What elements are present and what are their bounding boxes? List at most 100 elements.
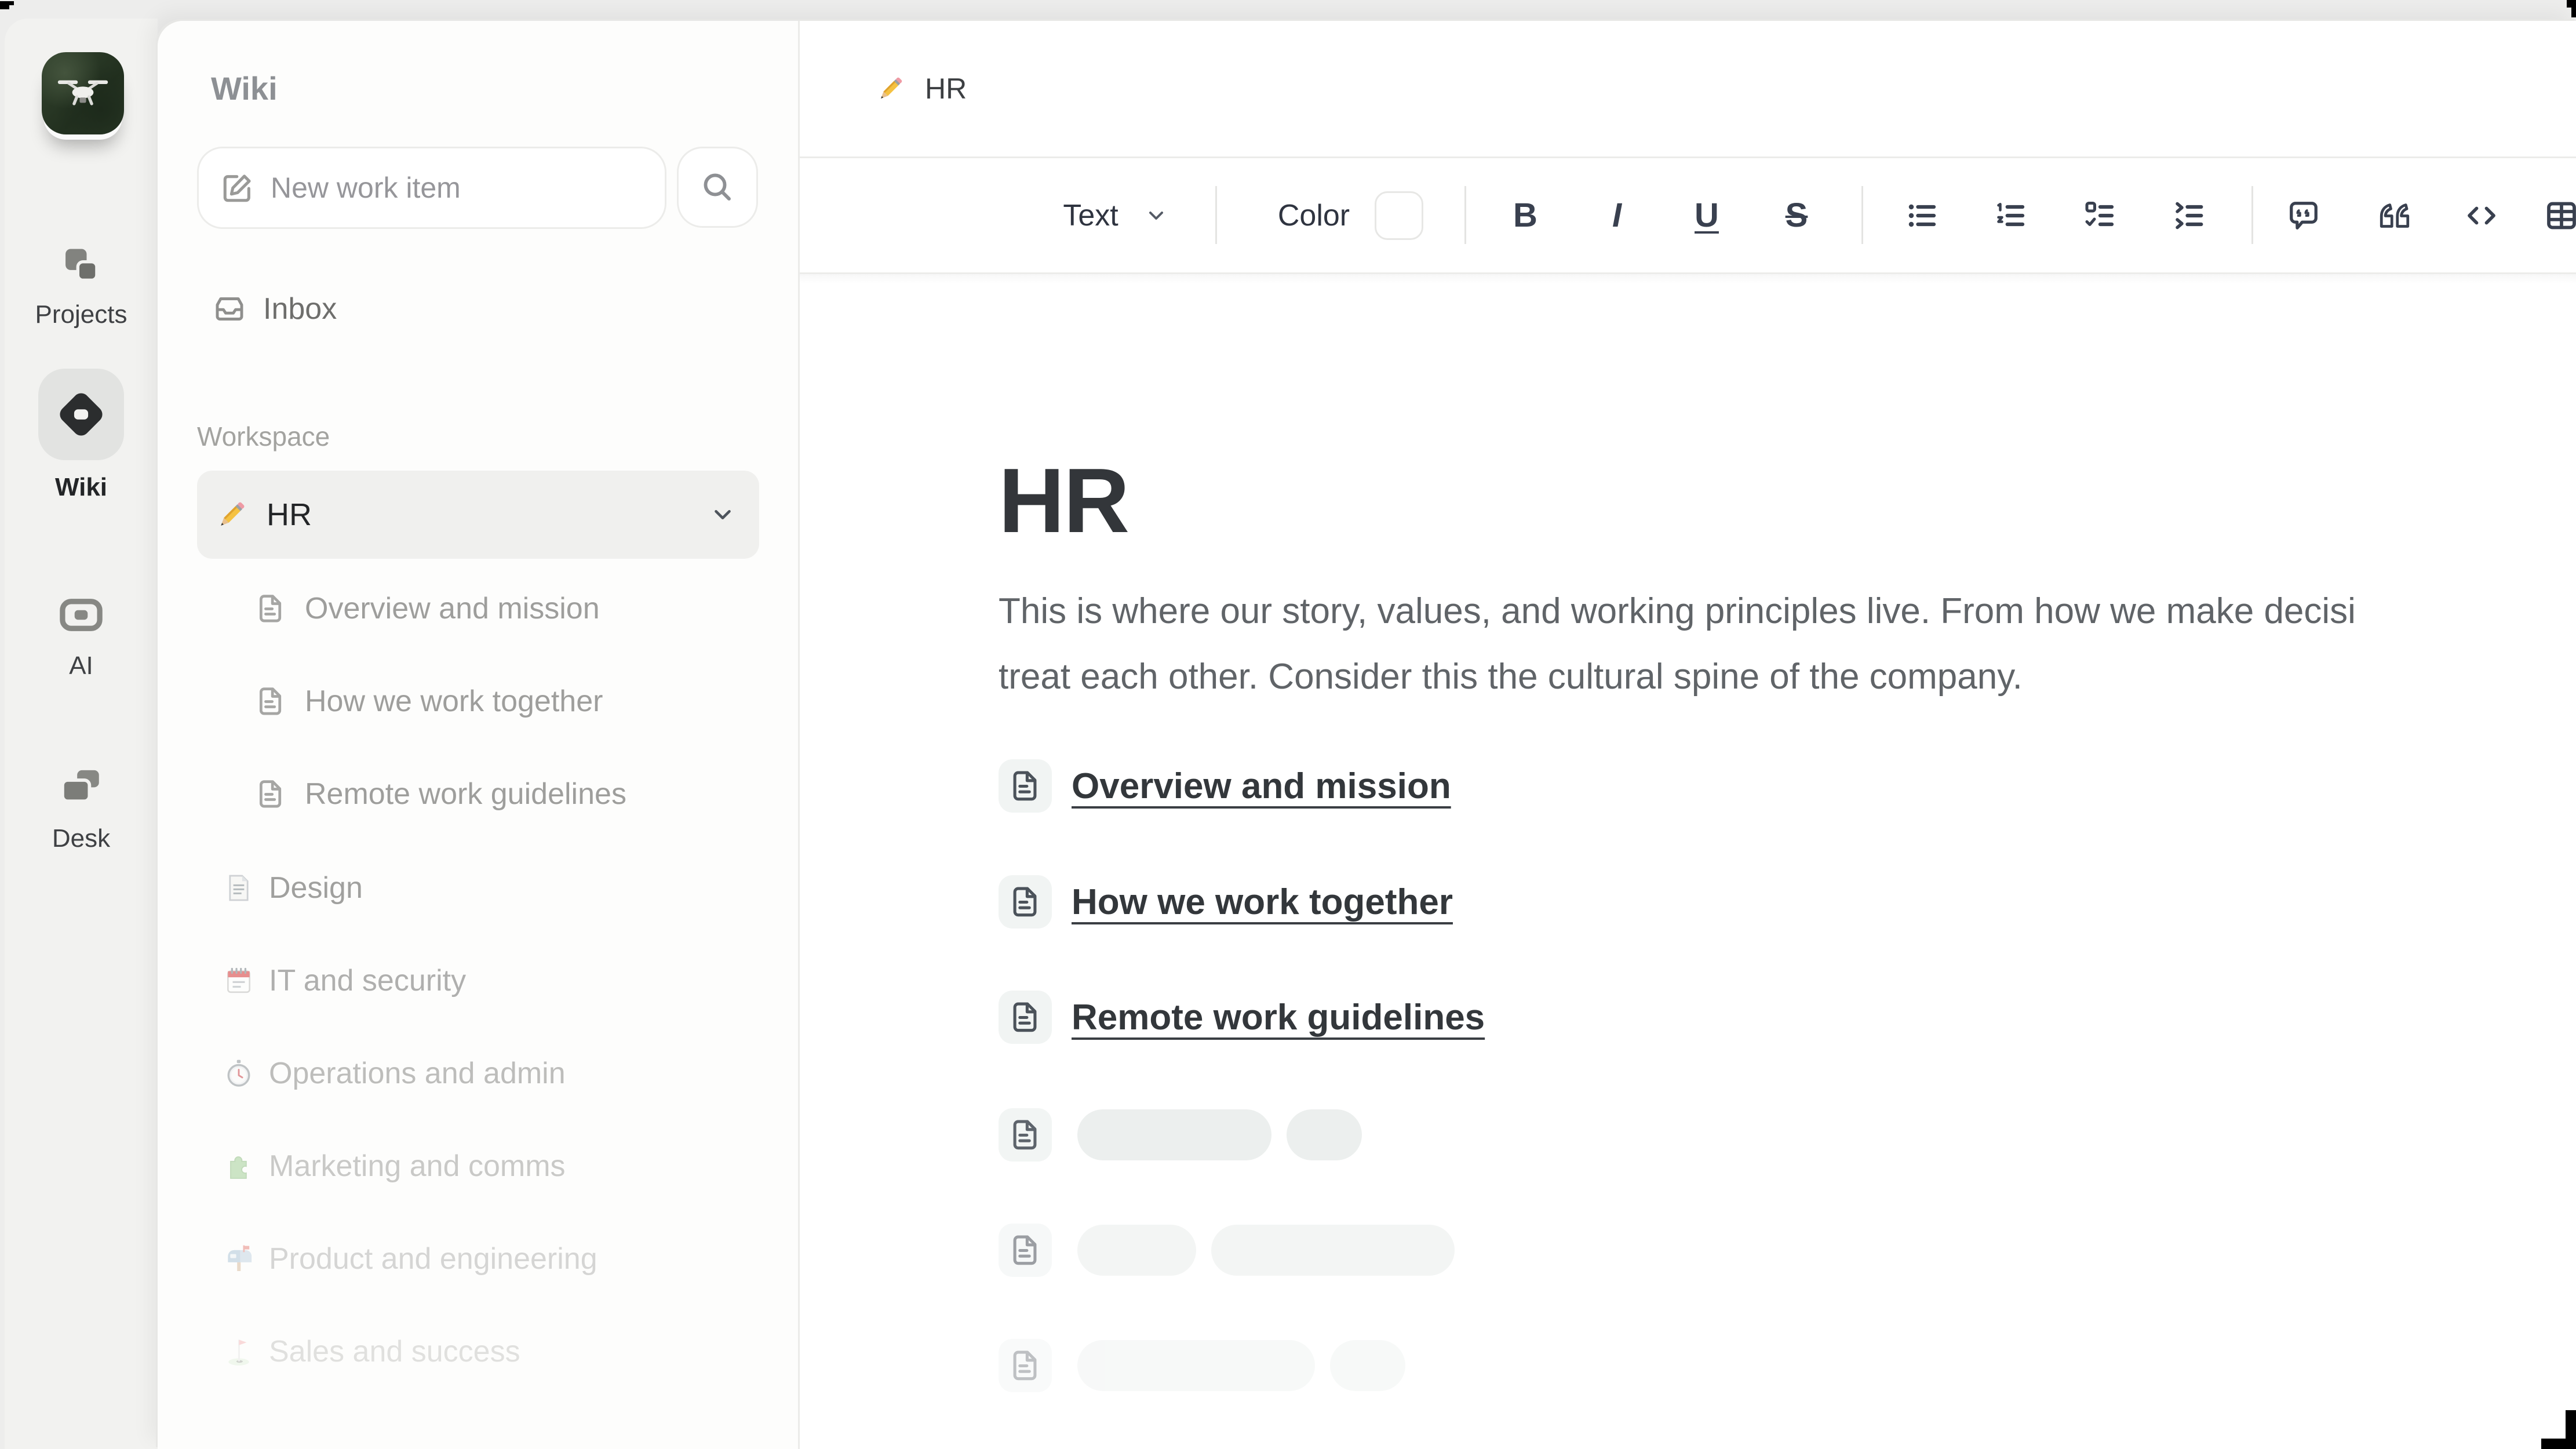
sidebar-page-label: Product and engineering — [269, 1242, 597, 1276]
doc-link-label: How we work together — [1072, 882, 1453, 923]
rail-item-ai[interactable]: AI — [5, 591, 158, 680]
document-icon — [999, 875, 1052, 929]
doc-link-remote-work-guidelines[interactable]: Remote work guidelines — [999, 991, 1485, 1044]
italic-button[interactable]: I — [1597, 158, 1637, 272]
sidebar-page-sales-and-success[interactable]: Sales and success — [158, 1320, 798, 1384]
app-rail: Projects Wiki AI Desk — [5, 19, 158, 1449]
wiki-active-pill — [38, 369, 124, 460]
sidebar-page-design[interactable]: Design — [158, 856, 798, 920]
toolbar-separator — [1215, 186, 1217, 244]
skeleton-pills — [1077, 1340, 1420, 1391]
sidebar-page-label: Marketing and comms — [269, 1149, 566, 1184]
desk-icon — [57, 764, 105, 811]
wiki-sidebar: Wiki New work item Inbox Workspace HR Ov… — [158, 21, 800, 1449]
projects-icon — [59, 243, 103, 287]
app-window: Wiki New work item Inbox Workspace HR Ov… — [158, 21, 2576, 1449]
loading-doc-row — [999, 1224, 1470, 1277]
mailbox-emoji — [223, 1243, 255, 1275]
workspace-logo[interactable] — [42, 52, 124, 134]
workspace-section-label: Workspace — [197, 421, 330, 452]
document-icon — [999, 1224, 1052, 1277]
new-work-item-label: New work item — [271, 171, 461, 205]
ai-icon — [57, 591, 105, 639]
sidebar-page-hr-label: HR — [267, 497, 709, 533]
sidebar-title: Wiki — [211, 70, 278, 107]
strikethrough-button[interactable]: S — [1776, 158, 1817, 272]
rail-item-label: Projects — [35, 300, 127, 329]
doc-link-label: Remote work guidelines — [1072, 997, 1485, 1038]
sidebar-page-overview-and-mission[interactable]: Overview and mission — [158, 577, 798, 640]
color-menu[interactable]: Color — [1267, 158, 1360, 272]
doc-link-label: Overview and mission — [1072, 766, 1451, 807]
rail-item-wiki[interactable]: Wiki — [5, 369, 158, 502]
code-block-icon[interactable] — [2461, 158, 2502, 272]
breadcrumb[interactable]: HR — [800, 21, 2576, 156]
inbox-label: Inbox — [263, 292, 337, 326]
paragraph-line: This is where our story, values, and wor… — [999, 578, 2575, 644]
paragraph-line: treat each other. Consider this the cult… — [999, 644, 2575, 709]
bold-button[interactable]: B — [1505, 158, 1546, 272]
chevron-down-icon[interactable] — [1139, 158, 1174, 272]
chevron-down-icon[interactable] — [709, 501, 736, 528]
drone-logo-icon — [55, 65, 111, 121]
table-icon[interactable] — [2541, 158, 2576, 272]
toolbar-shadow — [800, 274, 2576, 283]
todo-list-icon[interactable] — [2080, 158, 2120, 272]
rail-item-label: Wiki — [55, 473, 107, 502]
color-label: Color — [1278, 198, 1350, 233]
sidebar-page-label: Operations and admin — [269, 1056, 566, 1091]
toolbar-separator — [2251, 186, 2253, 244]
sidebar-page-remote-work-guidelines[interactable]: Remote work guidelines — [158, 762, 798, 826]
sidebar-page-label: Sales and success — [269, 1334, 520, 1369]
screenshot-corner-artifact — [2541, 1439, 2576, 1449]
comment-icon[interactable] — [2283, 158, 2324, 272]
screenshot-corner-artifact — [2567, 0, 2576, 8]
rail-item-label: AI — [69, 651, 93, 680]
sidebar-page-label: Design — [269, 871, 363, 905]
sidebar-page-it-and-security[interactable]: IT and security — [158, 949, 798, 1013]
loading-doc-row — [999, 1339, 1420, 1392]
page-emoji — [223, 872, 255, 904]
doc-link-overview-and-mission[interactable]: Overview and mission — [999, 759, 1451, 813]
document-icon — [999, 991, 1052, 1044]
sidebar-page-product-and-engineering[interactable]: Product and engineering — [158, 1227, 798, 1291]
rail-item-label: Desk — [52, 824, 110, 853]
screenshot-corner-artifact — [9, 1, 14, 5]
pencil-emoji — [874, 72, 906, 105]
wiki-diamond-icon — [52, 385, 110, 443]
underline-button[interactable]: U — [1686, 158, 1727, 272]
search-button[interactable] — [677, 147, 758, 228]
bullet-list-icon[interactable] — [1902, 158, 1943, 272]
document-title: HR — [999, 453, 1128, 549]
editor-toolbar: Text Color B I U S — [800, 158, 2576, 272]
skeleton-pills — [1077, 1225, 1470, 1276]
breadcrumb-label: HR — [925, 72, 967, 105]
golf-flag-emoji — [223, 1335, 255, 1368]
sidebar-page-marketing-and-comms[interactable]: Marketing and comms — [158, 1134, 798, 1198]
stopwatch-emoji — [223, 1057, 255, 1090]
document-icon — [999, 1339, 1052, 1392]
new-work-item-button[interactable]: New work item — [197, 147, 666, 229]
skeleton-pills — [1077, 1109, 1377, 1160]
rail-item-desk[interactable]: Desk — [5, 764, 158, 853]
inbox-icon — [213, 293, 246, 325]
doc-link-how-we-work-together[interactable]: How we work together — [999, 875, 1453, 929]
numbered-list-icon[interactable] — [1991, 158, 2031, 272]
text-style-label: Text — [1063, 198, 1118, 233]
sidebar-page-how-we-work-together[interactable]: How we work together — [158, 669, 798, 733]
sidebar-page-operations-and-admin[interactable]: Operations and admin — [158, 1042, 798, 1105]
color-swatch[interactable] — [1373, 158, 1425, 272]
blockquote-icon[interactable] — [2372, 158, 2413, 272]
text-style-dropdown[interactable]: Text — [1041, 158, 1140, 272]
indent-list-icon[interactable] — [2169, 158, 2209, 272]
rail-item-projects[interactable]: Projects — [5, 243, 158, 329]
search-icon — [699, 169, 736, 206]
screenshot-corner-artifact — [0, 1, 9, 9]
document-icon — [255, 686, 286, 717]
sidebar-item-inbox[interactable]: Inbox — [197, 285, 337, 333]
screenshot-corner-artifact — [2571, 8, 2576, 17]
sidebar-page-label: How we work together — [305, 684, 603, 719]
loading-doc-row — [999, 1108, 1377, 1162]
sidebar-page-hr[interactable]: HR — [197, 471, 759, 559]
sidebar-page-label: Remote work guidelines — [305, 777, 626, 811]
